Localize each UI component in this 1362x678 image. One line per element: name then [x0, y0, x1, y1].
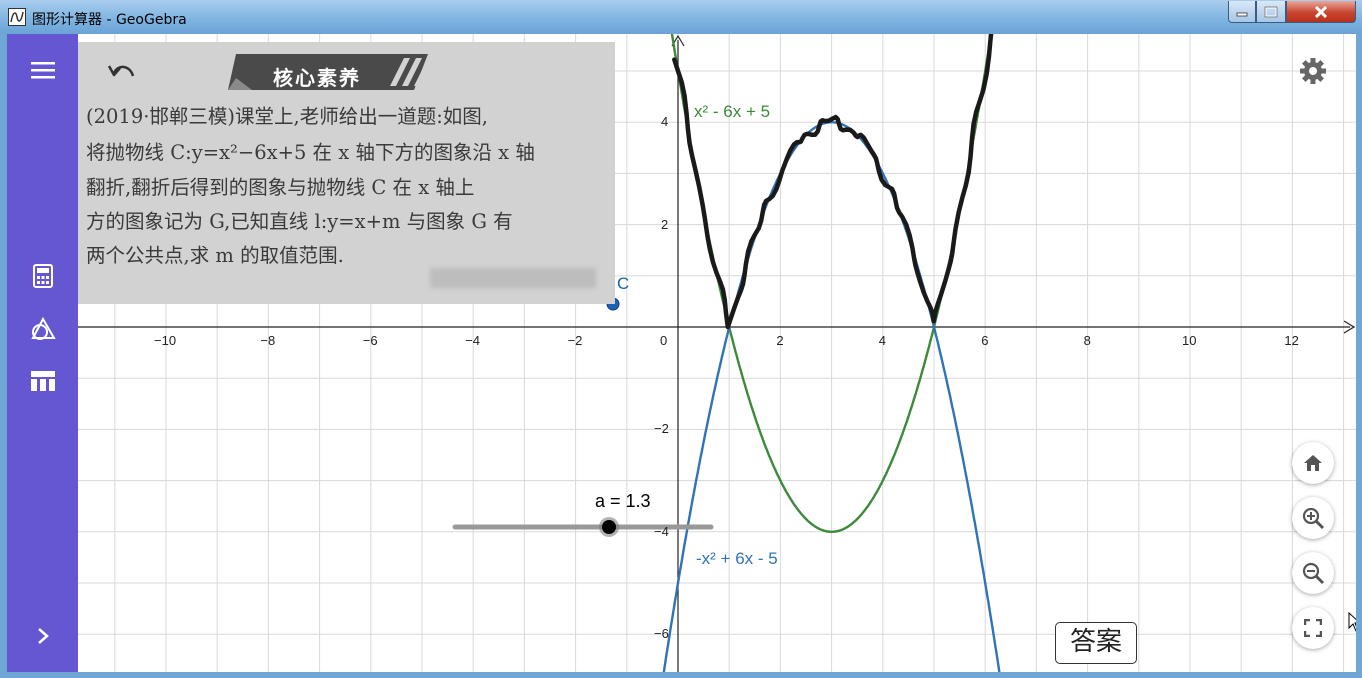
y-tick-label: 4 — [661, 114, 669, 130]
chevron-right-icon — [38, 628, 49, 644]
x-tick-label: −2 — [567, 333, 583, 348]
green-function-label[interactable]: x² - 6x + 5 — [694, 102, 770, 122]
zoom-in-icon — [1302, 507, 1325, 530]
problem-line-1: (2019·邯郸三模)课堂上,老师给出一道题:如图, — [86, 105, 489, 128]
zoom-out-button[interactable] — [1292, 552, 1334, 594]
x-tick-label: 8 — [1083, 333, 1091, 348]
graphics-view[interactable]: −10 −8 −6 −4 −2 0 2 4 6 8 10 12 4 2 −2 −4 −6 核心素养 (2019·… — [78, 34, 1356, 672]
x-tick-label: −8 — [260, 333, 276, 348]
point-c-label: C — [617, 274, 630, 293]
problem-line-2: 将抛物线 C:y=x²−6x+5 在 x 轴下方的图象沿 x 轴 — [86, 141, 535, 164]
x-tick-label: 12 — [1284, 333, 1299, 348]
slider-label: a = 1.3 — [595, 491, 651, 511]
problem-line-4: 方的图象记为 G,已知直线 l:y=x+m 与图象 G 有 — [86, 210, 513, 233]
blue-function-label[interactable]: -x² + 6x - 5 — [696, 549, 778, 569]
mouse-cursor-icon — [1348, 612, 1356, 632]
problem-line-3: 翻折,翻折后得到的图象与抛物线 C 在 x 轴上 — [86, 176, 475, 199]
blurred-answer-area — [430, 268, 596, 288]
y-tick-label: −4 — [654, 523, 669, 539]
slider-handle-core[interactable] — [602, 520, 616, 534]
minimize-button[interactable] — [1228, 1, 1256, 23]
close-button[interactable] — [1286, 1, 1356, 23]
algebra-view-button[interactable] — [29, 262, 57, 290]
undo-icon — [107, 65, 135, 77]
undo-button[interactable] — [106, 60, 138, 86]
app-frame: −10 −8 −6 −4 −2 0 2 4 6 8 10 12 4 2 −2 −4 −6 核心素养 (2019·… — [7, 34, 1356, 672]
home-button[interactable] — [1292, 442, 1334, 484]
sidebar — [7, 34, 78, 672]
fullscreen-icon — [1304, 619, 1322, 637]
table-view-button[interactable] — [29, 367, 57, 395]
fullscreen-button[interactable] — [1292, 607, 1334, 649]
y-tick-label: −6 — [654, 626, 669, 642]
maximize-button[interactable] — [1256, 1, 1286, 23]
close-icon — [1314, 5, 1328, 18]
geometry-tools-icon — [31, 316, 56, 340]
maximize-icon — [1264, 6, 1278, 17]
table-icon — [31, 371, 55, 391]
minimize-icon — [1236, 12, 1248, 16]
x-tick-label: −10 — [154, 333, 177, 348]
settings-button[interactable] — [1298, 56, 1328, 86]
x-tick-label: −4 — [465, 333, 481, 348]
problem-line-5: 两个公共点,求 m 的取值范围. — [86, 244, 344, 267]
hamburger-menu-icon — [31, 62, 55, 79]
x-tick-label: 0 — [660, 333, 668, 348]
textbook-photo: 核心素养 (2019·邯郸三模)课堂上,老师给出一道题:如图, 将抛物线 C:y… — [78, 42, 615, 304]
hand-drawn-graph-G — [672, 34, 994, 330]
x-tick-label: −6 — [362, 333, 378, 348]
x-tick-label: 4 — [878, 333, 887, 348]
x-tick-label: 6 — [981, 333, 989, 348]
tools-button[interactable] — [29, 315, 57, 343]
window-title: 图形计算器 - GeoGebra — [32, 12, 187, 28]
home-icon — [1304, 455, 1322, 471]
x-tick-label: 2 — [776, 333, 784, 348]
banner-title: 核心素养 — [273, 66, 361, 90]
zoom-in-button[interactable] — [1292, 497, 1334, 539]
expand-sidebar-button[interactable] — [29, 622, 57, 650]
geogebra-app-icon — [8, 8, 26, 26]
y-tick-label: 2 — [661, 216, 669, 232]
menu-button[interactable] — [29, 56, 57, 84]
window-titlebar: 图形计算器 - GeoGebra — [0, 0, 1362, 34]
x-tick-label: 10 — [1182, 333, 1197, 348]
zoom-out-icon — [1302, 562, 1325, 585]
gear-icon — [1300, 58, 1326, 84]
y-tick-label: −2 — [654, 421, 669, 437]
answer-button[interactable]: 答案 — [1055, 622, 1137, 664]
calculator-icon — [33, 264, 53, 288]
